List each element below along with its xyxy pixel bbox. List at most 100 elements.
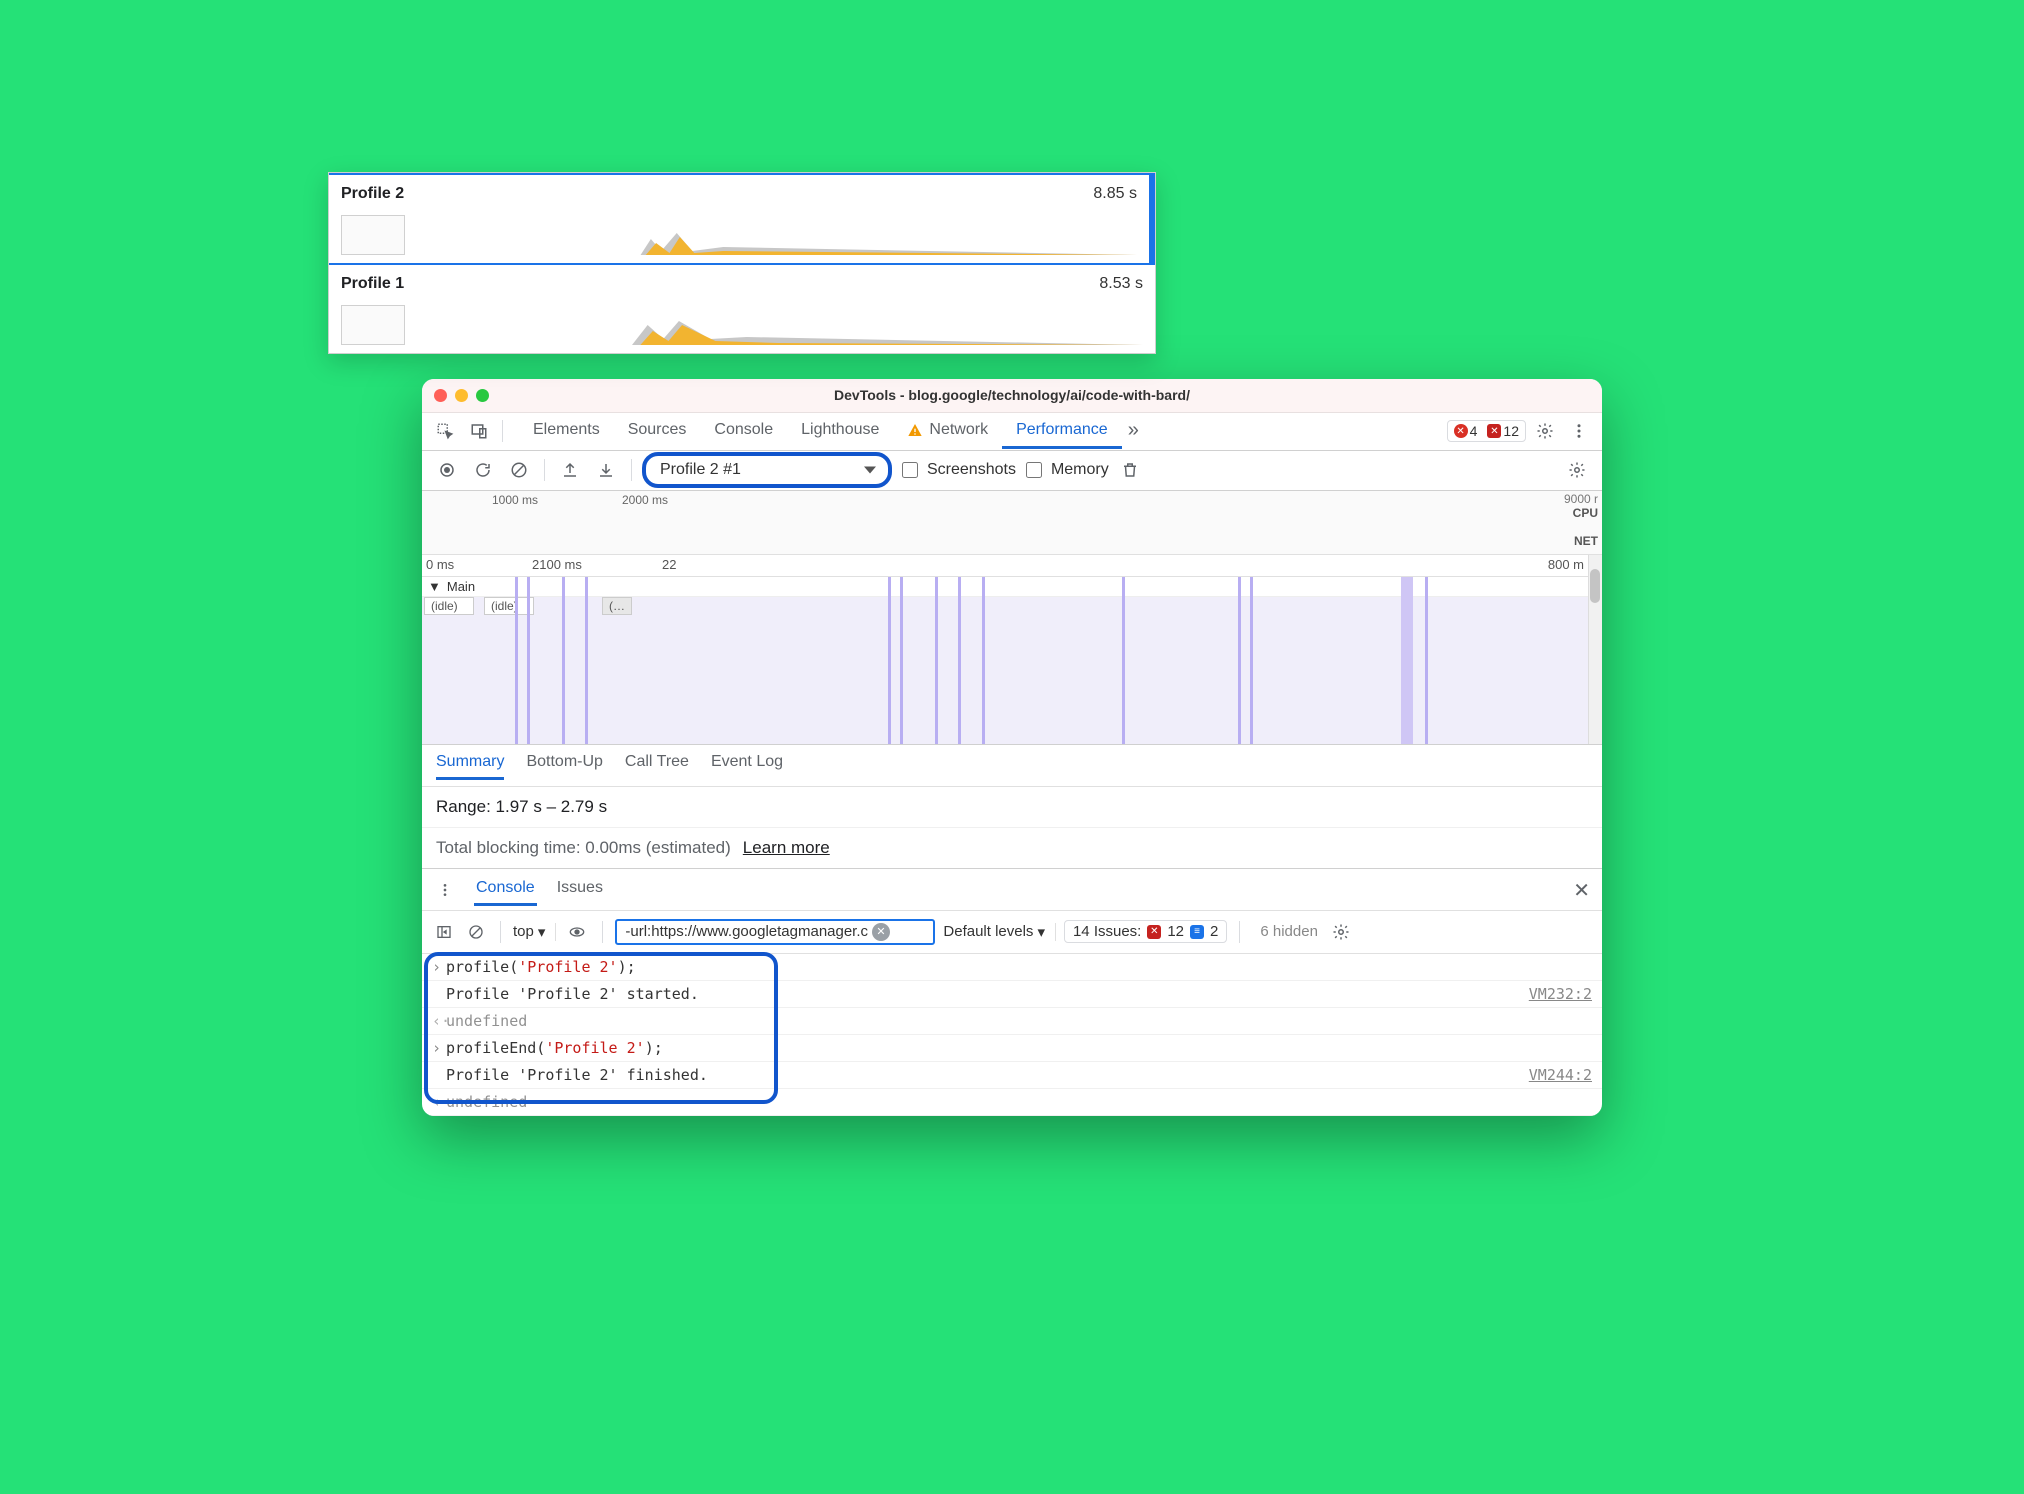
tab-console[interactable]: Console xyxy=(700,413,787,449)
summary-tabs: Summary Bottom-Up Call Tree Event Log xyxy=(422,745,1602,787)
console-sidebar-toggle-icon[interactable] xyxy=(432,917,456,947)
console-output[interactable]: › profile('Profile 2'); Profile 'Profile… xyxy=(422,954,1602,1116)
tbt-line: Total blocking time: 0.00ms (estimated) … xyxy=(422,828,1602,869)
spacer xyxy=(432,985,446,1003)
learn-more-link[interactable]: Learn more xyxy=(743,838,830,858)
issues-error-count: 12 xyxy=(1167,923,1184,940)
window-title: DevTools - blog.google/technology/ai/cod… xyxy=(422,387,1602,403)
memory-checkbox[interactable]: Memory xyxy=(1022,459,1109,481)
range-line: Range: 1.97 s – 2.79 s xyxy=(422,787,1602,828)
tab-bottom-up[interactable]: Bottom-Up xyxy=(526,753,602,780)
drawer-tab-issues[interactable]: Issues xyxy=(555,875,605,906)
console-input-text: profile('Profile 2'); xyxy=(446,958,1592,976)
overview-tick: 2000 ms xyxy=(622,493,668,507)
delete-recording-icon[interactable] xyxy=(1115,455,1145,485)
context-select[interactable]: top ▾ xyxy=(513,923,556,941)
tab-summary[interactable]: Summary xyxy=(436,753,504,780)
record-button[interactable] xyxy=(432,455,462,485)
overview-tick-right: 9000 r xyxy=(1564,492,1598,506)
log-levels-value: Default levels xyxy=(943,923,1033,940)
live-expression-icon[interactable] xyxy=(564,917,590,947)
source-link[interactable]: VM232:2 xyxy=(1529,985,1592,1003)
tab-sources[interactable]: Sources xyxy=(614,413,701,449)
input-arrow-icon: › xyxy=(432,1039,446,1057)
console-line: Profile 'Profile 2' finished. VM244:2 xyxy=(422,1062,1602,1089)
issues-label: 14 Issues: xyxy=(1073,923,1141,940)
overview-tick: 1000 ms xyxy=(492,493,538,507)
load-profile-icon[interactable] xyxy=(555,455,585,485)
drawer-tabs: Console Issues ✕ xyxy=(422,869,1602,911)
input-arrow-icon: › xyxy=(432,958,446,976)
flame-scrollbar[interactable] xyxy=(1588,555,1602,744)
drawer-close-icon[interactable]: ✕ xyxy=(1573,878,1590,903)
kebab-menu-icon[interactable] xyxy=(1564,416,1594,446)
tab-call-tree[interactable]: Call Tree xyxy=(625,753,689,780)
issue-count: 12 xyxy=(1503,423,1519,439)
overview-net-label: NET xyxy=(1564,534,1598,548)
console-return-text: undefined xyxy=(446,1093,1592,1111)
tab-performance[interactable]: Performance xyxy=(1002,413,1122,449)
console-settings-icon[interactable] xyxy=(1326,917,1356,947)
clear-filter-icon[interactable]: ✕ xyxy=(872,923,890,941)
warning-icon xyxy=(907,422,923,438)
drawer-kebab-icon[interactable] xyxy=(434,875,456,905)
screenshots-checkbox[interactable]: Screenshots xyxy=(898,459,1016,481)
flame-chart-panel[interactable]: 0 ms 2100 ms 22 800 m ▼ Main (idle) (idl… xyxy=(422,555,1602,745)
spacer xyxy=(432,1066,446,1084)
chevron-down-icon: ▾ xyxy=(1037,923,1045,941)
error-count: 4 xyxy=(1470,423,1478,439)
error-issue-counts[interactable]: ✕ 4 ✕ 12 xyxy=(1447,420,1526,442)
tab-elements[interactable]: Elements xyxy=(519,413,614,449)
issue-error-icon: ✕ xyxy=(1147,925,1161,939)
console-filter-value: -url:https://www.googletagmanager.c xyxy=(625,923,868,940)
issues-pill[interactable]: 14 Issues: ✕ 12 ≡ 2 xyxy=(1064,920,1227,943)
return-arrow-icon: ‹· xyxy=(432,1012,446,1030)
timeline-overview[interactable]: 1000 ms 2000 ms 9000 r CPU NET xyxy=(422,491,1602,555)
console-line: › profile('Profile 2'); xyxy=(422,954,1602,981)
more-tabs-icon[interactable]: » xyxy=(1122,413,1145,449)
memory-checkbox-input[interactable] xyxy=(1026,462,1042,478)
tab-network-label: Network xyxy=(929,421,988,439)
error-icon: ✕ xyxy=(1454,424,1468,438)
tbt-text: Total blocking time: 0.00ms (estimated) xyxy=(436,838,731,858)
tab-network[interactable]: Network xyxy=(893,413,1002,449)
issues-info-count: 2 xyxy=(1210,923,1218,940)
panel-tabs: Elements Sources Console Lighthouse Netw… xyxy=(519,413,1443,449)
reload-record-button[interactable] xyxy=(468,455,498,485)
tab-lighthouse[interactable]: Lighthouse xyxy=(787,413,893,449)
chevron-down-icon: ▾ xyxy=(538,923,546,941)
source-link[interactable]: VM244:2 xyxy=(1529,1066,1592,1084)
settings-icon[interactable] xyxy=(1530,416,1560,446)
issue-icon: ✕ xyxy=(1487,424,1501,438)
tab-event-log[interactable]: Event Log xyxy=(711,753,783,780)
context-value: top xyxy=(513,923,534,940)
console-return-text: undefined xyxy=(446,1012,1592,1030)
console-log-text: Profile 'Profile 2' finished. xyxy=(446,1066,1529,1084)
screenshots-label: Screenshots xyxy=(927,461,1016,479)
log-levels-select[interactable]: Default levels ▾ xyxy=(943,923,1056,941)
capture-settings-icon[interactable] xyxy=(1562,455,1592,485)
console-line: ‹· undefined xyxy=(422,1089,1602,1116)
console-toolbar: top ▾ -url:https://www.googletagmanager.… xyxy=(422,911,1602,954)
save-profile-icon[interactable] xyxy=(591,455,621,485)
devtools-window: DevTools - blog.google/technology/ai/cod… xyxy=(422,379,1602,1116)
clear-button[interactable] xyxy=(504,455,534,485)
console-input-text: profileEnd('Profile 2'); xyxy=(446,1039,1592,1057)
inspect-element-icon[interactable] xyxy=(430,416,460,446)
console-clear-icon[interactable] xyxy=(464,917,488,947)
console-line: › profileEnd('Profile 2'); xyxy=(422,1035,1602,1062)
overview-right-labels: 9000 r CPU NET xyxy=(1564,492,1598,548)
console-filter-input[interactable]: -url:https://www.googletagmanager.c ✕ xyxy=(615,919,935,945)
hidden-count: 6 hidden xyxy=(1260,923,1318,940)
recording-select-value: Profile 2 #1 xyxy=(660,461,741,479)
overview-cpu-label: CPU xyxy=(1564,506,1598,520)
performance-toolbar: Profile 2 #1 Screenshots Memory xyxy=(422,451,1602,491)
recording-select[interactable]: Profile 2 #1 xyxy=(642,452,892,488)
issue-info-icon: ≡ xyxy=(1190,925,1204,939)
memory-label: Memory xyxy=(1051,461,1109,479)
drawer-tab-console[interactable]: Console xyxy=(474,875,537,906)
return-arrow-icon: ‹· xyxy=(432,1093,446,1111)
console-line: Profile 'Profile 2' started. VM232:2 xyxy=(422,981,1602,1008)
screenshots-checkbox-input[interactable] xyxy=(902,462,918,478)
device-toolbar-icon[interactable] xyxy=(464,416,494,446)
